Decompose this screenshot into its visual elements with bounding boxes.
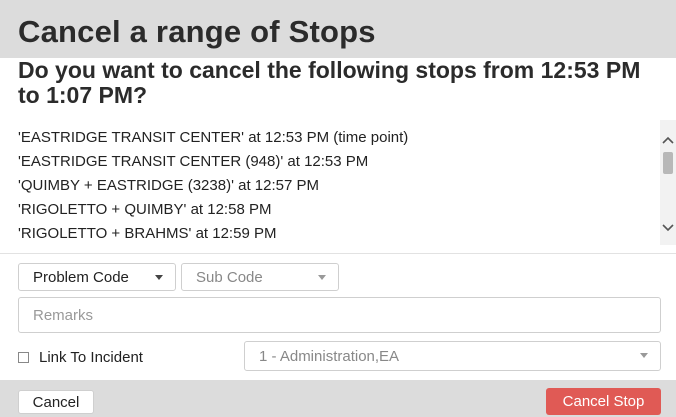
chevron-up-icon[interactable] — [660, 132, 676, 148]
incident-value: 1 - Administration,EA — [259, 347, 400, 365]
incident-dropdown[interactable]: 1 - Administration,EA — [244, 341, 661, 371]
link-to-incident-checkbox[interactable] — [18, 351, 29, 363]
list-item: 'RIGOLETTO + BRAHMS' at 12:59 PM — [18, 225, 277, 242]
sub-code-dropdown[interactable]: Sub Code — [181, 263, 339, 291]
list-item: 'EASTRIDGE TRANSIT CENTER (948)' at 12:5… — [18, 153, 369, 170]
problem-code-dropdown[interactable]: Problem Code — [18, 263, 176, 291]
caret-down-icon — [318, 275, 326, 280]
cancel-stop-button[interactable]: Cancel Stop — [546, 388, 661, 415]
remarks-input[interactable] — [18, 297, 661, 333]
dialog-title: Cancel a range of Stops — [18, 14, 376, 49]
dialog-header: Cancel a range of Stops — [0, 0, 676, 58]
problem-code-label: Problem Code — [33, 268, 129, 286]
list-item: 'QUIMBY + EASTRIDGE (3238)' at 12:57 PM — [18, 177, 319, 194]
link-to-incident-label: Link To Incident — [39, 348, 143, 366]
cancel-stops-dialog: Cancel a range of Stops Do you want to c… — [0, 0, 676, 417]
list-item: 'RIGOLETTO + QUIMBY' at 12:58 PM — [18, 201, 272, 218]
caret-down-icon — [640, 353, 648, 358]
chevron-down-icon[interactable] — [660, 220, 676, 236]
caret-down-icon — [155, 275, 163, 280]
scrollbar-thumb[interactable] — [663, 152, 673, 174]
sub-code-label: Sub Code — [196, 268, 263, 286]
confirmation-question: Do you want to cancel the following stop… — [18, 57, 641, 108]
cancel-button[interactable]: Cancel — [18, 390, 94, 414]
divider — [0, 253, 676, 254]
stops-list: 'EASTRIDGE TRANSIT CENTER' at 12:53 PM (… — [18, 126, 658, 246]
link-to-incident-row[interactable]: Link To Incident — [18, 346, 143, 368]
list-item: 'EASTRIDGE TRANSIT CENTER' at 12:53 PM (… — [18, 129, 409, 146]
stops-scrollbar[interactable] — [660, 120, 676, 245]
